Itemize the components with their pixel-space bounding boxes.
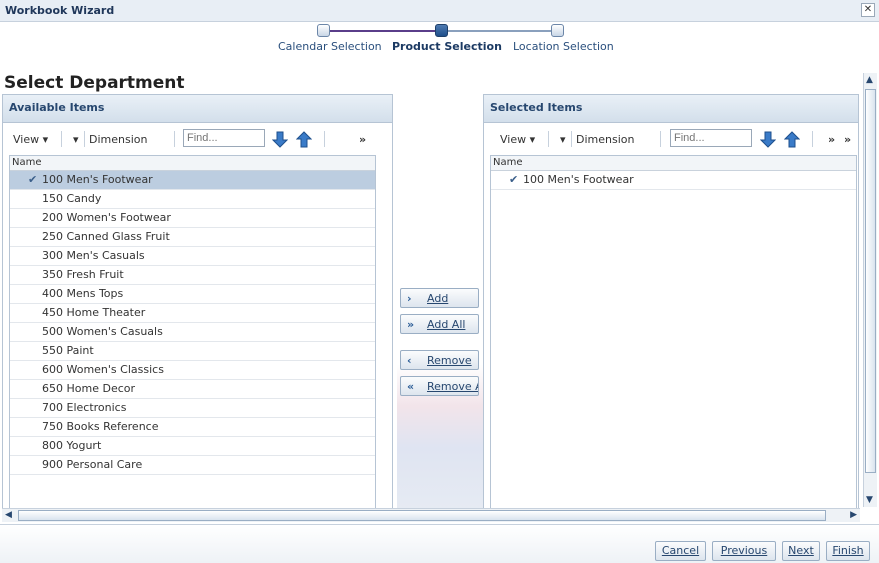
- view-menu[interactable]: View ▾: [500, 133, 535, 146]
- toolbar-separator: [84, 131, 85, 147]
- toolbar-separator: [324, 131, 325, 147]
- toolbar-separator: [61, 131, 62, 147]
- scrollbar-thumb[interactable]: [18, 510, 826, 521]
- table-row[interactable]: 650 Home Decor: [10, 380, 375, 399]
- add-all-button[interactable]: » Add All: [400, 314, 479, 334]
- scrollbar-thumb[interactable]: [865, 89, 876, 473]
- dimension-menu[interactable]: Dimension: [576, 133, 634, 146]
- column-header-name[interactable]: Name: [10, 156, 375, 171]
- double-chevron-left-icon: «: [407, 380, 415, 393]
- table-row[interactable]: ✔ 100 Men's Footwear: [10, 171, 375, 190]
- train-stop-product: [435, 24, 448, 37]
- wizard-footer: Cancel Previous Next Finish: [0, 524, 879, 563]
- table-row[interactable]: 400 Mens Tops: [10, 285, 375, 304]
- table-row[interactable]: 450 Home Theater: [10, 304, 375, 323]
- selected-toolbar: View ▾ ▾ Dimension » »: [490, 129, 852, 151]
- chevron-left-icon: ‹: [407, 354, 412, 367]
- available-header: Available Items: [3, 95, 392, 123]
- table-row[interactable]: 900 Personal Care: [10, 456, 375, 475]
- arrow-up-icon[interactable]: [784, 130, 800, 148]
- train-line-done: [323, 30, 441, 32]
- chevron-right-icon: ›: [407, 292, 412, 305]
- arrow-up-icon[interactable]: [296, 130, 312, 148]
- selected-table: Name ✔ 100 Men's Footwear: [490, 155, 857, 509]
- horizontal-scrollbar[interactable]: ◀ ▶: [2, 508, 860, 522]
- title-bar: Workbook Wizard ✕: [0, 0, 879, 22]
- scroll-left-icon[interactable]: ◀: [5, 510, 12, 520]
- selected-header: Selected Items: [484, 95, 858, 123]
- table-row[interactable]: 150 Candy: [10, 190, 375, 209]
- dimension-menu[interactable]: Dimension: [89, 133, 147, 146]
- arrow-down-icon[interactable]: [760, 130, 776, 148]
- double-chevron-right-icon: »: [407, 318, 415, 331]
- scroll-down-icon[interactable]: ▼: [866, 495, 873, 505]
- view-menu[interactable]: View ▾: [13, 133, 48, 146]
- available-table: Name ✔ 100 Men's Footwear 150 Candy 200 W…: [9, 155, 376, 509]
- table-row[interactable]: 750 Books Reference: [10, 418, 375, 437]
- table-row[interactable]: ✔ 100 Men's Footwear: [491, 171, 856, 190]
- dimension-dropdown-icon[interactable]: ▾: [560, 133, 566, 146]
- previous-button[interactable]: Previous: [712, 541, 776, 561]
- available-toolbar: View ▾ ▾ Dimension »: [9, 129, 386, 151]
- dimension-dropdown-icon[interactable]: ▾: [73, 133, 79, 146]
- more-icon[interactable]: »: [828, 133, 835, 146]
- toolbar-separator: [571, 131, 572, 147]
- scroll-up-icon[interactable]: ▲: [866, 75, 873, 85]
- finish-button[interactable]: Finish: [826, 541, 870, 561]
- close-icon[interactable]: ✕: [861, 3, 875, 17]
- available-panel: Available Items View ▾ ▾ Dimension » Nam…: [2, 94, 393, 510]
- toolbar-separator: [174, 131, 175, 147]
- toolbar-separator: [660, 131, 661, 147]
- table-row[interactable]: 500 Women's Casuals: [10, 323, 375, 342]
- remove-all-button[interactable]: «Remove Al: [400, 376, 479, 396]
- checkmark-icon: ✔: [28, 173, 38, 186]
- wizard-train: Calendar Selection Product Selection Loc…: [260, 24, 620, 60]
- checkmark-icon: ✔: [509, 173, 519, 186]
- table-row[interactable]: 200 Women's Footwear: [10, 209, 375, 228]
- table-row[interactable]: 550 Paint: [10, 342, 375, 361]
- table-row[interactable]: 300 Men's Casuals: [10, 247, 375, 266]
- remove-button[interactable]: ‹ Remove: [400, 350, 479, 370]
- window-title: Workbook Wizard: [5, 4, 115, 17]
- table-row[interactable]: 350 Fresh Fruit: [10, 266, 375, 285]
- scroll-right-icon[interactable]: ▶: [850, 510, 857, 520]
- find-input[interactable]: [183, 129, 265, 147]
- table-row[interactable]: 800 Yogurt: [10, 437, 375, 456]
- train-label-location[interactable]: Location Selection: [513, 40, 614, 53]
- train-label-calendar[interactable]: Calendar Selection: [278, 40, 382, 53]
- page-title: Select Department: [4, 73, 185, 93]
- train-stop-location[interactable]: [551, 24, 564, 37]
- selected-panel: Selected Items View ▾ ▾ Dimension » » Na…: [483, 94, 859, 510]
- next-button[interactable]: Next: [782, 541, 820, 561]
- toolbar-separator: [548, 131, 549, 147]
- more-icon[interactable]: »: [844, 133, 851, 146]
- arrow-down-icon[interactable]: [272, 130, 288, 148]
- train-label-product: Product Selection: [392, 40, 502, 53]
- table-row[interactable]: 250 Canned Glass Fruit: [10, 228, 375, 247]
- more-icon[interactable]: »: [359, 133, 366, 146]
- column-header-name[interactable]: Name: [491, 156, 856, 171]
- table-row[interactable]: 600 Women's Classics: [10, 361, 375, 380]
- toolbar-separator: [812, 131, 813, 147]
- add-button[interactable]: › Add: [400, 288, 479, 308]
- find-input[interactable]: [670, 129, 752, 147]
- train-stop-calendar[interactable]: [317, 24, 330, 37]
- vertical-scrollbar[interactable]: ▲ ▼: [863, 73, 877, 507]
- cancel-button[interactable]: Cancel: [655, 541, 706, 561]
- table-row[interactable]: 700 Electronics: [10, 399, 375, 418]
